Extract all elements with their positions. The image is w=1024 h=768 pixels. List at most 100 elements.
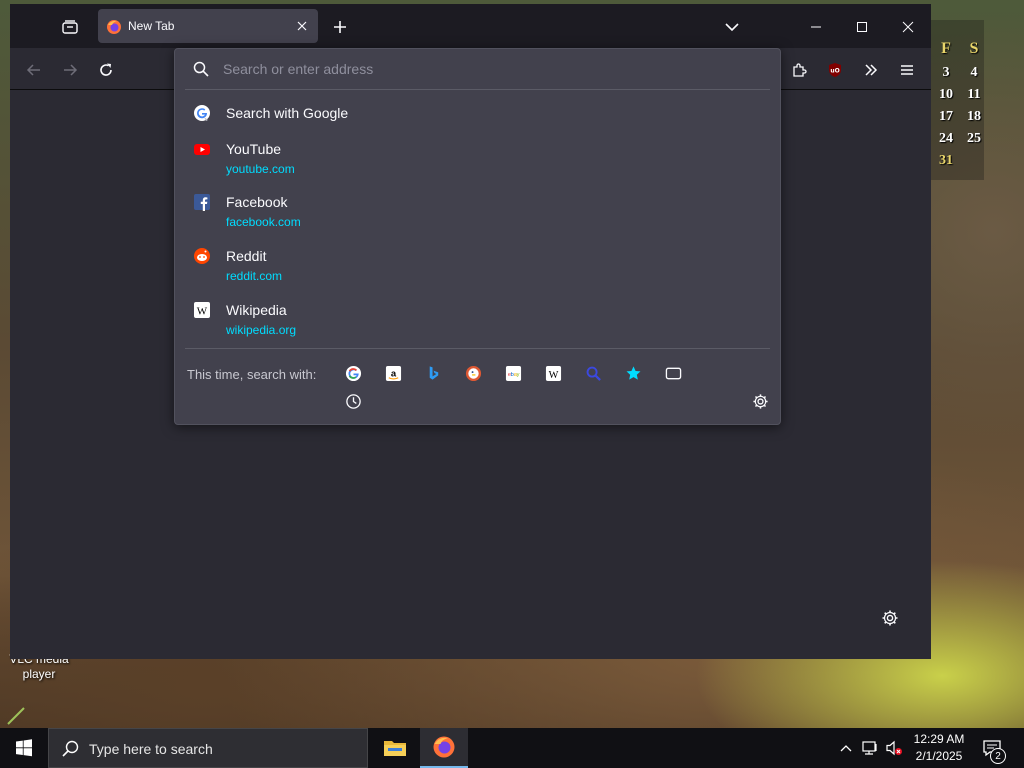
tab-title: New Tab	[128, 19, 175, 33]
svg-text:y: y	[516, 371, 519, 377]
youtube-icon	[194, 144, 210, 155]
firefox-taskbar-button[interactable]	[420, 728, 468, 768]
new-tab-button[interactable]	[328, 15, 352, 39]
taskbar-clock[interactable]: 12:29 AM 2/1/2025	[906, 731, 972, 765]
desktop-calendar-widget: F S 3 4 10 11 17 18 24 25 31	[926, 20, 984, 180]
plus-icon	[334, 21, 346, 33]
search-engine-wikipedia-button[interactable]: W	[541, 361, 565, 385]
search-engine-bing-button[interactable]	[421, 361, 445, 385]
search-engine-duckduckgo-button[interactable]	[461, 361, 485, 385]
calendar-date: 24	[939, 131, 953, 146]
new-tab-settings-button[interactable]	[880, 608, 900, 628]
search-icon	[586, 366, 601, 381]
facebook-icon	[194, 194, 210, 211]
calendar-week-row: 31	[932, 153, 988, 169]
result-row[interactable]: Reddit reddit.com	[183, 244, 773, 286]
maximize-button[interactable]	[850, 15, 874, 39]
search-engine-custom-button[interactable]	[581, 361, 605, 385]
calendar-date: 3	[942, 65, 950, 80]
calendar-day-header: F	[941, 40, 951, 57]
reddit-icon	[194, 248, 210, 264]
list-all-tabs-button[interactable]	[720, 15, 744, 39]
calendar-date: 31	[939, 153, 953, 168]
back-button[interactable]	[22, 58, 46, 82]
network-tray-button[interactable]	[860, 738, 880, 758]
start-button[interactable]	[0, 728, 48, 768]
hamburger-menu-icon	[901, 65, 913, 75]
search-bookmarks-button[interactable]	[621, 361, 645, 385]
ebay-icon: e b a y	[505, 365, 521, 381]
history-clock-icon	[345, 393, 361, 409]
svg-text:a: a	[390, 368, 396, 379]
show-hidden-icons-button[interactable]	[836, 738, 856, 758]
arrow-right-icon	[64, 64, 78, 76]
calendar-date: 10	[939, 87, 953, 102]
double-chevron-right-icon	[865, 64, 878, 76]
clock-date: 2/1/2025	[915, 749, 963, 763]
minimize-button[interactable]	[804, 15, 828, 39]
app-menu-button[interactable]	[895, 58, 919, 82]
google-icon	[345, 365, 361, 381]
amazon-icon: a	[385, 365, 401, 381]
result-url: youtube.com	[226, 162, 295, 176]
calendar-week-row: 3 4	[932, 65, 988, 81]
result-row[interactable]: Facebook facebook.com	[183, 190, 773, 232]
wikipedia-icon: W	[545, 365, 561, 381]
taskbar-search-box[interactable]: Type here to search	[48, 728, 368, 768]
calendar-date: 25	[967, 131, 981, 146]
volume-tray-button[interactable]	[884, 738, 904, 758]
search-settings-button[interactable]	[748, 389, 772, 413]
search-engine-amazon-button[interactable]: a	[381, 361, 405, 385]
puzzle-piece-icon	[793, 63, 807, 77]
ublock-origin-button[interactable]: uO	[823, 58, 847, 82]
forward-button[interactable]	[58, 58, 82, 82]
volume-muted-icon	[886, 740, 902, 756]
folder-icon	[384, 741, 406, 756]
windows-logo-icon	[16, 739, 32, 757]
tab-close-button[interactable]	[294, 18, 310, 34]
clock-time: 12:29 AM	[913, 732, 965, 746]
network-ethernet-icon	[862, 741, 877, 755]
result-url: facebook.com	[226, 215, 301, 229]
extensions-button[interactable]	[787, 58, 811, 82]
file-explorer-taskbar-button[interactable]	[371, 728, 419, 768]
tab-new-tab[interactable]: New Tab	[98, 9, 318, 43]
calendar-week-row: 17 18	[932, 109, 988, 125]
firefox-view-icon	[62, 20, 78, 34]
minimize-icon	[811, 26, 821, 28]
calendar-date: 18	[967, 109, 981, 124]
taskbar-search-placeholder: Type here to search	[89, 741, 213, 757]
firefox-logo-icon	[107, 20, 121, 34]
urlbar-input[interactable]	[223, 58, 763, 80]
notification-count-badge: 2	[990, 748, 1006, 764]
reload-button[interactable]	[94, 58, 118, 82]
window-close-button[interactable]	[896, 15, 920, 39]
chevron-up-icon	[840, 745, 852, 752]
search-with-google-row[interactable]: Search with Google	[183, 101, 773, 125]
search-history-button[interactable]	[341, 389, 365, 413]
svg-text:W: W	[548, 369, 558, 380]
search-icon	[62, 740, 79, 757]
urlbar-dropdown: Search with Google YouTube youtube.com F…	[174, 48, 781, 425]
calendar-date: 17	[939, 109, 953, 124]
search-engine-google-button[interactable]	[341, 361, 365, 385]
chevron-down-icon	[725, 23, 739, 32]
result-title: Facebook	[226, 194, 288, 210]
ublock-shield-icon: uO	[829, 63, 841, 77]
urlbar-input-row	[175, 49, 780, 89]
close-icon	[902, 21, 914, 33]
more-tools-button[interactable]	[859, 58, 883, 82]
divider	[185, 89, 770, 90]
tab-bar: New Tab	[10, 4, 931, 48]
calendar-header-row: F S	[932, 40, 988, 58]
result-title: Wikipedia	[226, 302, 287, 318]
search-tabs-button[interactable]	[661, 361, 685, 385]
result-row[interactable]: W Wikipedia wikipedia.org	[183, 298, 773, 340]
duckduckgo-icon	[465, 365, 481, 381]
result-title: Search with Google	[226, 105, 349, 121]
windows-taskbar: Type here to search 12:29 AM 2/1/2025 2	[0, 728, 1024, 768]
firefox-view-button[interactable]	[56, 16, 84, 38]
result-row[interactable]: YouTube youtube.com	[183, 137, 773, 179]
search-engine-ebay-button[interactable]: e b a y	[501, 361, 525, 385]
divider	[185, 348, 770, 349]
